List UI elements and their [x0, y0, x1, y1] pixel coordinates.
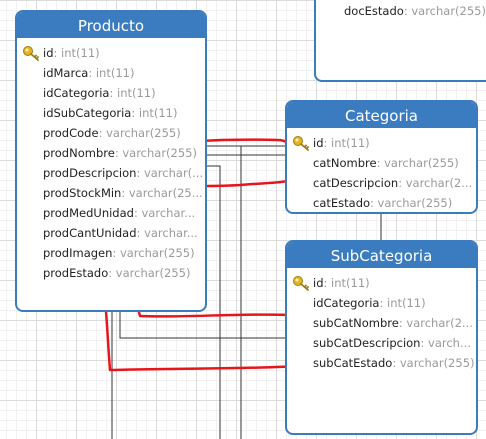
- field-type: : int(11): [88, 66, 135, 80]
- field-row[interactable]: subCatNombre: varchar(2...: [287, 313, 476, 333]
- entity-documento[interactable]: docEstado: varchar(255): [314, 0, 486, 82]
- field-row[interactable]: prodImagen: varchar(255): [17, 243, 205, 263]
- field-name: prodImagen: [43, 246, 113, 260]
- field-name: subCatEstado: [313, 356, 393, 370]
- entity-categoria[interactable]: Categoria id: int(11) catNombre: varchar…: [285, 100, 478, 214]
- entity-subcategoria[interactable]: SubCategoria id: int(11) idCategoria: in…: [285, 240, 478, 435]
- field-row[interactable]: prodStockMin: varchar(25...: [17, 183, 205, 203]
- field-row[interactable]: prodEstado: varchar(255): [17, 263, 205, 283]
- field-row[interactable]: idSubCategoria: int(11): [17, 103, 205, 123]
- field-name: prodStockMin: [43, 186, 122, 200]
- field-type: : varch...: [420, 336, 471, 350]
- field-list: id: int(11) catNombre: varchar(255) catD…: [287, 128, 476, 212]
- field-name: id: [313, 276, 324, 290]
- field-type: : int(11): [53, 46, 100, 60]
- field-row[interactable]: id: int(11): [287, 133, 476, 153]
- field-name: prodEstado: [43, 266, 109, 280]
- field-type: : int(11): [379, 296, 426, 310]
- field-name: prodNombre: [43, 146, 115, 160]
- field-row[interactable]: id: int(11): [17, 43, 205, 63]
- field-type: : varchar(...: [136, 166, 204, 180]
- field-list: id: int(11) idMarca: int(11) idCategoria…: [17, 38, 205, 283]
- field-name: catDescripcion: [313, 176, 399, 190]
- field-name: id: [313, 136, 324, 150]
- field-type: : int(11): [323, 136, 370, 150]
- field-type: : varchar(255): [114, 146, 197, 160]
- field-row[interactable]: id: int(11): [287, 273, 476, 293]
- field-type: : varchar(255): [392, 356, 475, 370]
- field-name: id: [43, 46, 54, 60]
- entity-producto[interactable]: Producto id: int(11) idMarca: int(11) id…: [15, 10, 207, 312]
- annotation-box-red: [196, 138, 292, 188]
- field-name: idMarca: [43, 66, 89, 80]
- field-row[interactable]: subCatEstado: varchar(255): [287, 353, 476, 373]
- field-list: docEstado: varchar(255): [316, 0, 486, 21]
- field-name: catEstado: [313, 196, 371, 210]
- field-type: : int(11): [131, 106, 178, 120]
- field-name: prodCantUnidad: [43, 226, 137, 240]
- field-type: : varchar(255): [108, 266, 191, 280]
- primary-key-icon: [293, 136, 309, 151]
- field-name: docEstado: [344, 4, 404, 18]
- field-row[interactable]: idCategoria: int(11): [17, 83, 205, 103]
- field-name: idSubCategoria: [43, 106, 132, 120]
- field-type: : varchar(255): [403, 4, 486, 18]
- field-type: : varchar(255): [98, 126, 181, 140]
- field-row[interactable]: prodMedUnidad: varchar...: [17, 203, 205, 223]
- entity-title[interactable]: Categoria: [287, 102, 476, 128]
- field-row[interactable]: prodNombre: varchar(255): [17, 143, 205, 163]
- field-name: prodMedUnidad: [43, 206, 134, 220]
- field-row[interactable]: prodCantUnidad: varchar...: [17, 223, 205, 243]
- field-type: : varchar...: [133, 206, 196, 220]
- field-name: idCategoria: [313, 296, 380, 310]
- field-type: : varchar(2...: [398, 176, 473, 190]
- field-type: : varchar(255): [376, 156, 459, 170]
- primary-key-icon: [293, 276, 309, 291]
- field-type: : int(11): [323, 276, 370, 290]
- connector-line: [119, 312, 287, 339]
- field-name: idCategoria: [43, 86, 110, 100]
- field-row[interactable]: idCategoria: int(11): [287, 293, 476, 313]
- field-row[interactable]: catNombre: varchar(255): [287, 153, 476, 173]
- entity-title[interactable]: SubCategoria: [287, 242, 476, 268]
- field-row[interactable]: subCatDescripcion: varch...: [287, 333, 476, 353]
- connector-line: [207, 165, 221, 439]
- field-type: : varchar(2...: [398, 316, 473, 330]
- field-list: id: int(11) idCategoria: int(11) subCatN…: [287, 268, 476, 373]
- field-row[interactable]: prodDescripcion: varchar(...: [17, 163, 205, 183]
- field-type: : varchar(255): [370, 196, 453, 210]
- field-row[interactable]: catEstado: varchar(255): [287, 193, 476, 212]
- field-name: prodCode: [43, 126, 99, 140]
- field-name: subCatNombre: [313, 316, 399, 330]
- field-type: : varchar(25...: [121, 186, 203, 200]
- field-name: catNombre: [313, 156, 377, 170]
- entity-title[interactable]: Producto: [17, 12, 205, 38]
- field-type: : varchar...: [136, 226, 198, 240]
- field-row[interactable]: idMarca: int(11): [17, 63, 205, 83]
- field-type: : int(11): [109, 86, 156, 100]
- field-type: : varchar(255): [112, 246, 195, 260]
- field-row[interactable]: catDescripcion: varchar(2...: [287, 173, 476, 193]
- field-name: prodDescripcion: [43, 166, 137, 180]
- field-name: subCatDescripcion: [313, 336, 421, 350]
- primary-key-icon: [23, 46, 39, 61]
- field-row[interactable]: prodCode: varchar(255): [17, 123, 205, 143]
- field-row[interactable]: docEstado: varchar(255): [316, 1, 486, 21]
